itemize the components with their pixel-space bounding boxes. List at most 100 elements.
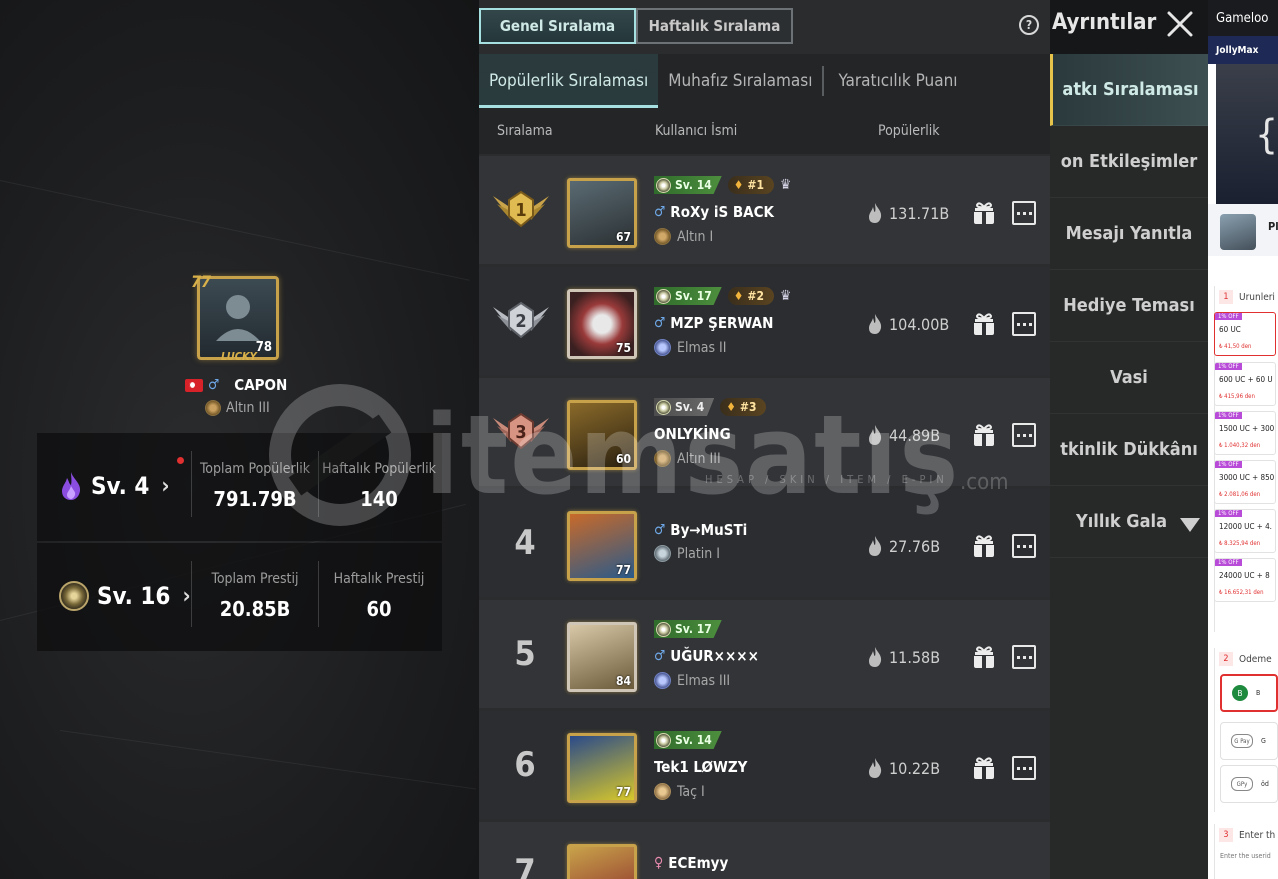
- promo-banner[interactable]: {: [1216, 64, 1278, 204]
- game-title: Pl: [1268, 220, 1278, 233]
- stat-divider: [191, 451, 192, 517]
- username: By→MuSTi: [670, 521, 748, 539]
- table-row[interactable]: 5 84 Sv. 17 ♂ UĞUR×××× Elmas III 11.58B: [479, 600, 1050, 708]
- side-menu: atkı Sıralaması on Etkileşimler Mesajı Y…: [1050, 54, 1208, 879]
- chat-icon[interactable]: [1012, 423, 1036, 447]
- browser-tab-title[interactable]: Gameloo: [1208, 0, 1278, 36]
- chevron-down-icon[interactable]: [1180, 518, 1200, 532]
- prestige-level: Sv. 16: [97, 582, 171, 610]
- product-card[interactable]: 1% OFF 60 UC ₺ 41,50 den: [1214, 312, 1276, 356]
- gold-tier-icon: [205, 400, 221, 416]
- userid-hint: Enter the userid: [1220, 852, 1271, 860]
- gold-tier-icon: [654, 450, 671, 467]
- crown-icon: ♛: [779, 288, 792, 304]
- user-avatar[interactable]: 77: [567, 511, 637, 581]
- chat-icon[interactable]: [1012, 645, 1036, 669]
- flame-icon: ♦: [726, 400, 736, 414]
- level-badge: Sv. 14: [654, 176, 722, 194]
- section-header: 2 Odeme: [1215, 648, 1278, 670]
- menu-item-gift-theme[interactable]: Hediye Teması: [1050, 270, 1208, 342]
- username: RoXy iS BACK: [670, 203, 774, 221]
- user-badges: Sv. 4 ♦ #3: [654, 398, 767, 416]
- username-row: ♂ MZP ŞERWAN: [654, 314, 773, 332]
- table-row[interactable]: 4 77 ♂ By→MuSTi Platin I 27.76B: [479, 489, 1050, 597]
- tab-weekly-ranking[interactable]: Haftalık Sıralama: [636, 8, 793, 44]
- help-icon[interactable]: ?: [1019, 15, 1039, 35]
- level-badge: Sv. 14: [654, 731, 722, 749]
- brand-bar[interactable]: JollyMax: [1208, 36, 1278, 64]
- tab-creativity-score[interactable]: Yaratıcılık Puanı: [824, 54, 967, 108]
- game-thumbnail: [1220, 214, 1256, 250]
- user-avatar[interactable]: 75: [567, 289, 637, 359]
- popularity-level-button[interactable]: Sv. 4 ›: [59, 471, 170, 501]
- table-row[interactable]: 6 77 Sv. 14 Tek1 LØWZY Taç I 10.22B: [479, 711, 1050, 819]
- ranking-type-tabs: Genel Sıralama Haftalık Sıralama: [479, 8, 793, 44]
- banner-glyph: {: [1255, 112, 1278, 158]
- user-badges: Sv. 14: [654, 731, 722, 749]
- send-gift-icon[interactable]: [971, 755, 997, 781]
- table-row[interactable]: 7 ♀ ECEmyy: [479, 822, 1050, 879]
- rank-number: 5: [514, 634, 536, 674]
- close-icon[interactable]: [1165, 9, 1195, 39]
- tab-general-ranking[interactable]: Genel Sıralama: [479, 8, 636, 44]
- chat-icon[interactable]: [1012, 312, 1036, 336]
- user-avatar[interactable]: 84: [567, 622, 637, 692]
- product-card[interactable]: 1% OFF 24000 UC + 8 ₺ 16.652,31 den: [1214, 558, 1276, 602]
- prestige-emblem-icon: [59, 581, 89, 611]
- details-button[interactable]: Ayrıntılar: [1052, 10, 1156, 35]
- rank-badge: ♦ #1: [727, 176, 774, 194]
- send-gift-icon[interactable]: [971, 200, 997, 226]
- section-header: 3 Enter th: [1215, 824, 1278, 846]
- level-badge: Sv. 4: [654, 398, 715, 416]
- chat-icon[interactable]: [1012, 756, 1036, 780]
- flame-icon: [869, 758, 882, 778]
- chat-icon[interactable]: [1012, 534, 1036, 558]
- product-card[interactable]: 1% OFF 12000 UC + 4. ₺ 8.325,94 den: [1214, 509, 1276, 553]
- weekly-prestige-label: Haftalık Prestij: [333, 571, 425, 587]
- bronze-medal-icon: 3: [493, 412, 549, 450]
- product-card[interactable]: 1% OFF 1500 UC + 300 ₺ 1.040,32 den: [1214, 411, 1276, 455]
- send-gift-icon[interactable]: [971, 644, 997, 670]
- column-rank: Sıralama: [497, 123, 553, 139]
- user-badges: Sv. 17: [654, 620, 722, 638]
- svg-text:1: 1: [515, 200, 526, 221]
- menu-item-event-shop[interactable]: tkinlik Dükkânı: [1050, 414, 1208, 486]
- table-row[interactable]: 2 75 Sv. 17 ♦ #2 ♛ ♂ MZP ŞERWAN Elmas II …: [479, 267, 1050, 375]
- table-row[interactable]: 1 67 Sv. 14 ♦ #1 ♛ ♂ RoXy iS BACK Altın I…: [479, 156, 1050, 264]
- weekly-popularity-value: 140: [360, 487, 398, 511]
- turkey-flag-icon: [185, 378, 203, 392]
- watermark-subtext: HESAP / SKIN / ITEM / E-PIN: [705, 473, 948, 486]
- weekly-prestige-value: 60: [366, 597, 392, 621]
- send-gift-icon[interactable]: [971, 311, 997, 337]
- tab-popularity-ranking[interactable]: Popülerlik Sıralaması: [479, 54, 659, 108]
- payment-option[interactable]: B B: [1220, 674, 1278, 712]
- rank-badge: ♦ #3: [720, 398, 767, 416]
- chat-icon[interactable]: [1012, 201, 1036, 225]
- menu-item-reply-message[interactable]: Mesajı Yanıtla: [1050, 198, 1208, 270]
- flame-icon: [869, 425, 882, 445]
- send-gift-icon[interactable]: [971, 533, 997, 559]
- male-icon: ♂: [654, 522, 666, 538]
- user-avatar[interactable]: 77: [567, 733, 637, 803]
- level-emblem-icon: [656, 177, 671, 193]
- tab-guardian-ranking[interactable]: Muhafız Sıralaması: [658, 54, 822, 108]
- payment-option[interactable]: GPy öd: [1220, 765, 1278, 803]
- username-row: ♀ ECEmyy: [654, 854, 728, 872]
- send-gift-icon[interactable]: [971, 422, 997, 448]
- payment-option[interactable]: G Pay G: [1220, 722, 1278, 760]
- menu-item-ranking[interactable]: atkı Sıralaması: [1050, 54, 1208, 126]
- product-card[interactable]: 1% OFF 3000 UC + 850 ₺ 2.081,06 den: [1214, 460, 1276, 504]
- tier-row: Platin I: [654, 545, 720, 562]
- column-headers: Sıralama Kullanıcı İsmi Popülerlik: [479, 108, 1050, 154]
- prestige-level-button[interactable]: Sv. 16 ›: [59, 581, 191, 611]
- user-avatar[interactable]: 60: [567, 400, 637, 470]
- rank-number: 4: [514, 523, 536, 563]
- ranking-category-tabs: Popülerlik Sıralaması Muhafız Sıralaması…: [479, 54, 1050, 108]
- total-prestige-label: Toplam Prestij: [211, 571, 299, 587]
- product-card[interactable]: 1% OFF 600 UC + 60 U ₺ 415,96 den: [1214, 362, 1276, 406]
- tier-label: Elmas II: [677, 339, 727, 356]
- menu-item-interactions[interactable]: on Etkileşimler: [1050, 126, 1208, 198]
- menu-item-guardian[interactable]: Vasi: [1050, 342, 1208, 414]
- user-avatar[interactable]: [567, 844, 637, 879]
- user-avatar[interactable]: 67: [567, 178, 637, 248]
